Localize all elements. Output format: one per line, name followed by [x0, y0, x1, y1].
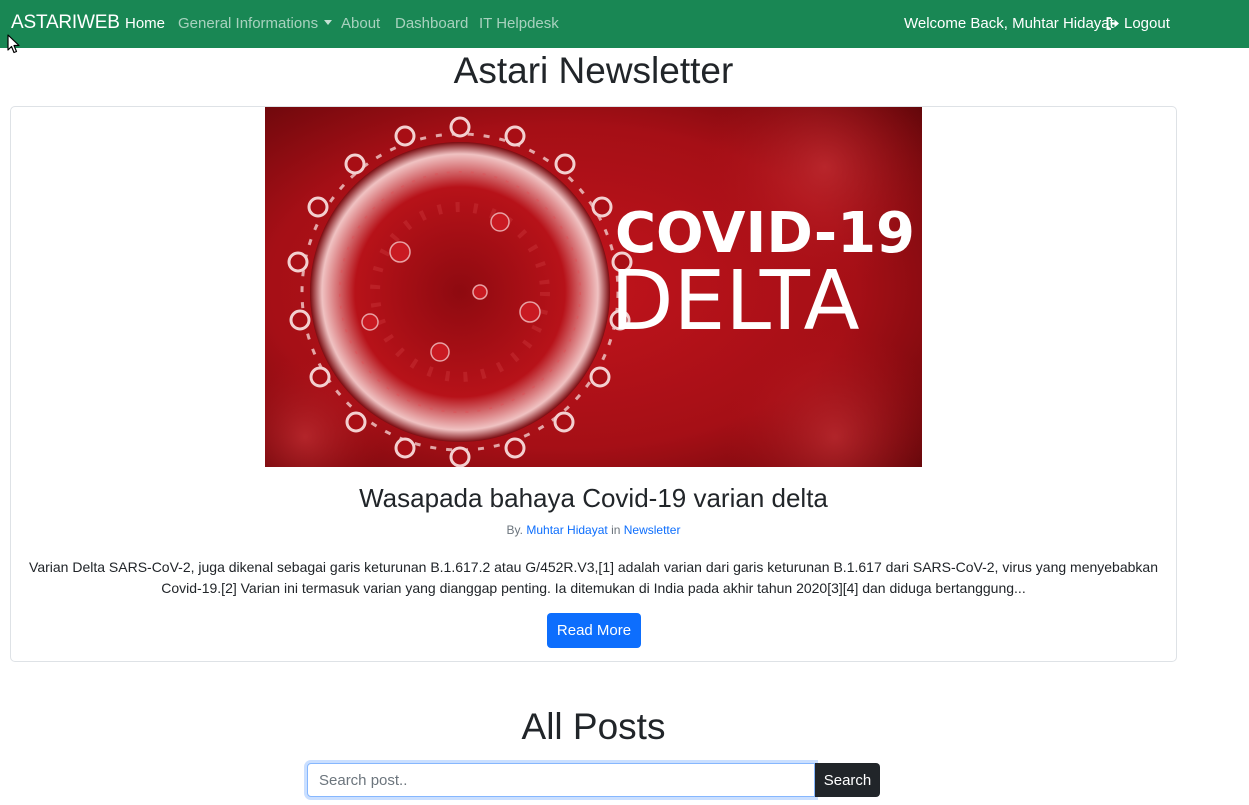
nav-home[interactable]: Home	[125, 15, 165, 32]
nav-it-helpdesk[interactable]: IT Helpdesk	[479, 15, 559, 32]
featured-post-title[interactable]: Wasapada bahaya Covid-19 varian delta	[11, 483, 1176, 514]
nav-about[interactable]: About	[341, 15, 380, 32]
welcome-text: Welcome Back, Muhtar Hidayat	[904, 15, 1114, 32]
category-link[interactable]: Newsletter	[624, 523, 681, 537]
caret-down-icon	[324, 20, 333, 25]
read-more-button[interactable]: Read More	[547, 613, 641, 648]
search-input[interactable]	[307, 763, 815, 797]
byline-in: in	[611, 523, 621, 537]
logout-icon	[1106, 17, 1119, 30]
covid-delta-image: COVID-19 DELTA	[265, 107, 922, 467]
nav-general-informations[interactable]: General Informations	[178, 15, 333, 32]
top-navbar: ASTARIWEB Home General Informations Abou…	[0, 0, 1249, 48]
image-text-delta: DELTA	[610, 254, 859, 349]
nav-dashboard[interactable]: Dashboard	[395, 15, 468, 32]
logout-label: Logout	[1124, 15, 1170, 32]
byline-prefix: By.	[506, 523, 523, 537]
nav-general-informations-label: General Informations	[178, 15, 319, 32]
page-title: Astari Newsletter	[453, 50, 734, 91]
logout-link[interactable]: Logout	[1106, 15, 1170, 32]
post-byline: By. Muhtar Hidayat in Newsletter	[11, 523, 1176, 537]
featured-post-card: COVID-19 DELTA Wasapada bahaya Covid-19 …	[10, 106, 1177, 662]
all-posts-heading: All Posts	[521, 706, 666, 747]
post-excerpt: Varian Delta SARS-CoV-2, juga dikenal se…	[29, 559, 1158, 596]
featured-post-image[interactable]: COVID-19 DELTA	[265, 107, 922, 467]
author-link[interactable]: Muhtar Hidayat	[526, 523, 607, 537]
brand-link[interactable]: ASTARIWEB	[11, 12, 120, 34]
search-button[interactable]: Search	[815, 763, 880, 797]
